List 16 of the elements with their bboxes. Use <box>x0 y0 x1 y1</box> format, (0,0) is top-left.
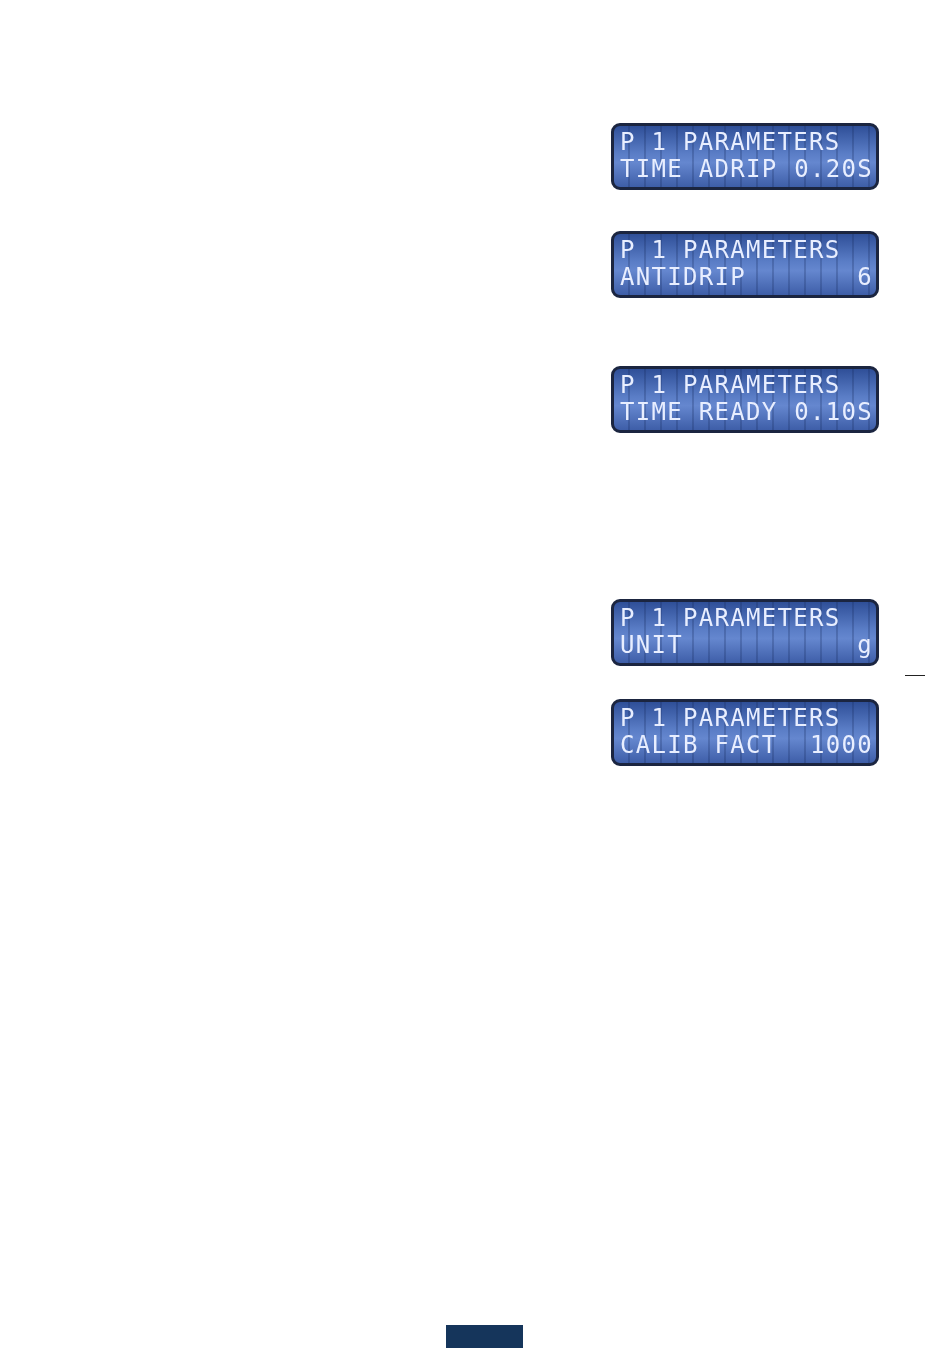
display-title: P 1 PARAMETERS <box>620 705 841 732</box>
display-title: P 1 PARAMETERS <box>620 372 841 399</box>
parameter-label: UNIT <box>620 632 683 659</box>
parameter-label: ANTIDRIP <box>620 264 746 291</box>
parameter-value: g <box>857 632 873 659</box>
display-title: P 1 PARAMETERS <box>620 605 841 632</box>
display-title: P 1 PARAMETERS <box>620 129 841 156</box>
parameter-value: 6 <box>857 264 873 291</box>
display-title: P 1 PARAMETERS <box>620 237 841 264</box>
parameter-value: 1000 <box>810 732 873 759</box>
parameter-label: TIME READY <box>620 399 778 426</box>
parameter-value: 0.10S <box>794 399 873 426</box>
short-rule <box>905 675 925 676</box>
parameter-value: 0.20S <box>794 156 873 183</box>
parameter-label: TIME ADRIP <box>620 156 778 183</box>
parameter-label: CALIB FACT <box>620 732 778 759</box>
